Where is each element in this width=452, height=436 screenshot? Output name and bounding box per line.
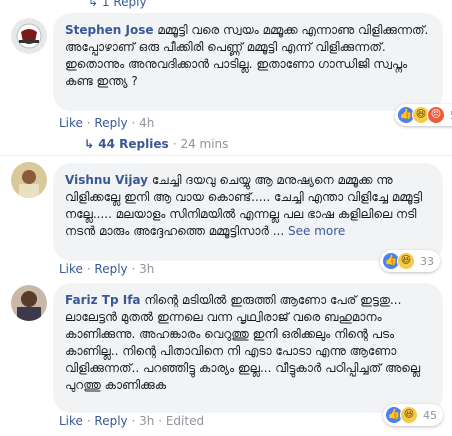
reaction-count: 45 bbox=[423, 408, 437, 422]
comment-author[interactable]: Fariz Tp Ifa bbox=[65, 293, 141, 307]
haha-reaction-icon: 😆 bbox=[400, 406, 418, 424]
avatar-image bbox=[11, 285, 47, 321]
like-link[interactable]: Like bbox=[59, 116, 83, 130]
comment-author[interactable]: Stephen Jose bbox=[65, 23, 154, 37]
previous-replies-line: ↳ 1 Reply bbox=[0, 0, 452, 10]
timestamp[interactable]: 3h bbox=[139, 262, 154, 276]
avatar[interactable] bbox=[11, 285, 47, 321]
like-link[interactable]: Like bbox=[59, 262, 83, 276]
view-replies-link[interactable]: ↳ 44 Replies · 24 mins bbox=[84, 137, 228, 151]
like-link[interactable]: Like bbox=[59, 414, 83, 428]
avatar[interactable] bbox=[11, 162, 47, 198]
reply-link[interactable]: Reply bbox=[94, 116, 127, 130]
reaction-summary[interactable]: 👍 😆 😠 54 bbox=[395, 104, 452, 126]
avatar-image bbox=[11, 162, 47, 198]
reaction-summary[interactable]: 👍 😆 33 bbox=[380, 250, 440, 272]
reply-arrow-icon: ↳ bbox=[84, 137, 95, 151]
timestamp[interactable]: 3h bbox=[139, 414, 154, 428]
comment-actions: Like · Reply · 3h · Edited bbox=[59, 414, 205, 428]
top-reply-link[interactable]: ↳ 1 Reply bbox=[88, 0, 147, 9]
reaction-summary[interactable]: 👍 😆 45 bbox=[383, 404, 443, 426]
comment-bubble: Vishnu Vijay ചേച്ചി ദയവു ചെയ്യു ആ മനുഷ്യ… bbox=[53, 163, 443, 261]
reaction-count: 33 bbox=[420, 254, 434, 268]
comment-text: നിന്റെ മടിയിൽ ഇരുത്തി ആണോ പേര് ഇട്ടതു...… bbox=[65, 293, 421, 392]
reply-link[interactable]: Reply bbox=[94, 414, 127, 428]
comment-bubble: Fariz Tp Ifa നിന്റെ മടിയിൽ ഇരുത്തി ആണോ പ… bbox=[53, 283, 443, 413]
see-more-link[interactable]: See more bbox=[288, 224, 345, 238]
comment-author[interactable]: Vishnu Vijay bbox=[65, 173, 148, 187]
avatar[interactable] bbox=[11, 18, 47, 54]
replies-time: 24 mins bbox=[180, 137, 229, 151]
comment-bubble: Stephen Jose മമ്മൂട്ടി വരെ സ്വയം മമ്മൂക്… bbox=[53, 13, 443, 111]
comment-actions: Like · Reply · 4h bbox=[59, 116, 155, 130]
replies-label: 44 Replies bbox=[98, 137, 169, 151]
edited-label[interactable]: Edited bbox=[166, 414, 204, 428]
haha-reaction-icon: 😆 bbox=[397, 252, 415, 270]
comment-actions: Like · Reply · 3h bbox=[59, 262, 155, 276]
avatar-image bbox=[11, 18, 47, 54]
divider bbox=[0, 155, 452, 156]
reply-link[interactable]: Reply bbox=[94, 262, 127, 276]
timestamp[interactable]: 4h bbox=[139, 116, 154, 130]
angry-reaction-icon: 😠 bbox=[427, 106, 445, 124]
